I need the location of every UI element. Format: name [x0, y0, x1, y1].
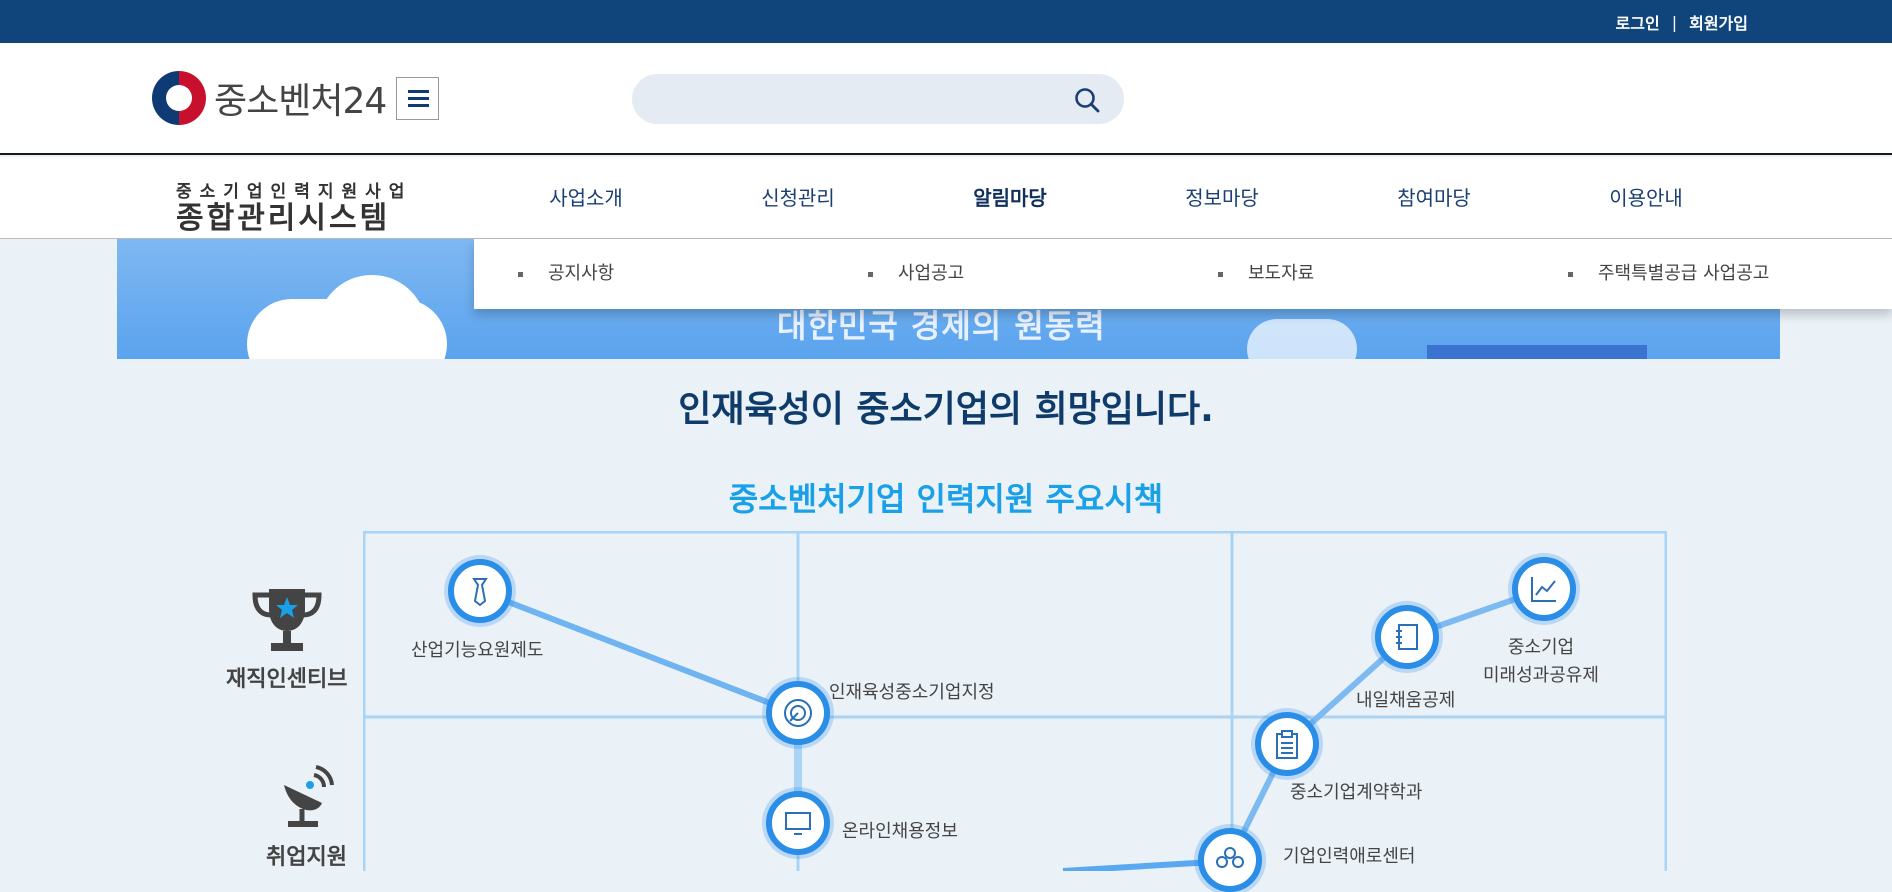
policy-label[interactable]: 중소기업 미래성과공유제 — [1483, 634, 1599, 690]
trophy-icon — [252, 589, 322, 651]
account-links: 로그인 | 회원가입 — [1616, 10, 1748, 34]
submenu-label: 사업공고 — [898, 263, 965, 284]
policy-map — [363, 531, 1667, 871]
policy-label[interactable]: 인재육성중소기업지정 — [829, 678, 995, 704]
submenu-business-announcement[interactable]: 사업공고 — [824, 239, 1174, 309]
system-subtitle: 중소기업인력지원사업 — [176, 182, 413, 202]
search-input[interactable] — [656, 74, 1056, 124]
clipboard-icon — [1276, 730, 1298, 759]
submenu-notices[interactable]: 공지사항 — [474, 239, 824, 309]
submenu-label: 공지사항 — [548, 263, 615, 284]
policy-label[interactable]: 온라인채용정보 — [842, 817, 958, 843]
nav-menu: 사업소개 신청관리 알림마당 정보마당 참여마당 이용안내 — [480, 157, 1752, 239]
policy-label[interactable]: 내일채움공제 — [1356, 686, 1455, 712]
signup-link[interactable]: 회원가입 — [1689, 10, 1748, 34]
category-label: 취업지원 — [266, 845, 347, 870]
notice-submenu: 공지사항 사업공고 보도자료 주택특별공급 사업공고 — [474, 239, 1892, 309]
submenu-label: 주택특별공급 사업공고 — [1598, 263, 1770, 284]
people-group-icon — [1216, 847, 1244, 868]
policy-label[interactable]: 산업기능요원제도 — [411, 636, 543, 662]
menu-bar-icon — [408, 90, 429, 93]
policy-node-future-share[interactable] — [1512, 557, 1576, 621]
target-icon — [784, 699, 812, 727]
policy-grid-lines — [363, 531, 1667, 871]
nav-item-business-intro[interactable]: 사업소개 — [480, 157, 692, 239]
notebook-icon — [1396, 624, 1418, 650]
system-title[interactable]: 중소기업인력지원사업 종합관리시스템 — [176, 177, 412, 236]
nav-item-application[interactable]: 신청관리 — [692, 157, 904, 239]
site-logo[interactable]: 중소벤처24 — [152, 71, 387, 125]
submenu-housing-announcement[interactable]: 주택특별공급 사업공고 — [1524, 239, 1874, 309]
policy-node-tomorrow-fund[interactable] — [1375, 605, 1439, 669]
cloud-image — [317, 275, 427, 359]
search-box — [632, 74, 1124, 124]
page-headline: 인재육성이 중소기업의 희망입니다. — [678, 389, 1214, 430]
category-incentive: 재직인센티브 — [226, 585, 347, 693]
nav-item-participation[interactable]: 참여마당 — [1328, 157, 1540, 239]
necktie-icon — [472, 578, 488, 607]
policy-node-industrial-service[interactable] — [448, 559, 512, 623]
section-title: 중소벤처기업 인력지원 주요시책 — [728, 480, 1164, 518]
policy-node-talent-company[interactable] — [766, 681, 830, 745]
category-employment: 취업지원 — [266, 763, 347, 871]
link-separator: | — [1671, 12, 1678, 32]
monitor-icon — [785, 812, 811, 835]
logo-text: 중소벤처24 — [214, 81, 387, 122]
submenu-press-release[interactable]: 보도자료 — [1174, 239, 1524, 309]
menu-bar-icon — [408, 104, 429, 107]
taegeuk-logo-icon — [152, 71, 206, 125]
policy-node-hr-center[interactable] — [1198, 828, 1262, 892]
header: 중소벤처24 — [0, 43, 1892, 155]
main-nav: 중소기업인력지원사업 종합관리시스템 사업소개 신청관리 알림마당 정보마당 참… — [0, 157, 1892, 239]
submenu-label: 보도자료 — [1248, 263, 1315, 284]
search-icon[interactable] — [1074, 87, 1100, 113]
nav-item-notice[interactable]: 알림마당 — [904, 157, 1116, 239]
nav-item-info[interactable]: 정보마당 — [1116, 157, 1328, 239]
policy-label[interactable]: 중소기업계약학과 — [1290, 778, 1422, 804]
puzzle-image — [1427, 345, 1647, 359]
system-title-text: 종합관리시스템 — [176, 201, 391, 236]
nav-item-guide[interactable]: 이용안내 — [1540, 157, 1752, 239]
policy-label[interactable]: 기업인력애로센터 — [1283, 842, 1415, 868]
hamburger-menu-button[interactable] — [396, 77, 439, 120]
menu-bar-icon — [408, 97, 429, 100]
growth-chart-icon — [1531, 577, 1556, 602]
policy-node-contract-dept[interactable] — [1255, 712, 1319, 776]
login-link[interactable]: 로그인 — [1616, 10, 1660, 34]
category-label: 재직인센티브 — [226, 667, 348, 692]
top-bar: 로그인 | 회원가입 — [0, 0, 1892, 43]
cloud-image — [1247, 319, 1357, 359]
satellite-dish-icon — [284, 765, 335, 827]
policy-node-online-recruit[interactable] — [766, 791, 830, 855]
